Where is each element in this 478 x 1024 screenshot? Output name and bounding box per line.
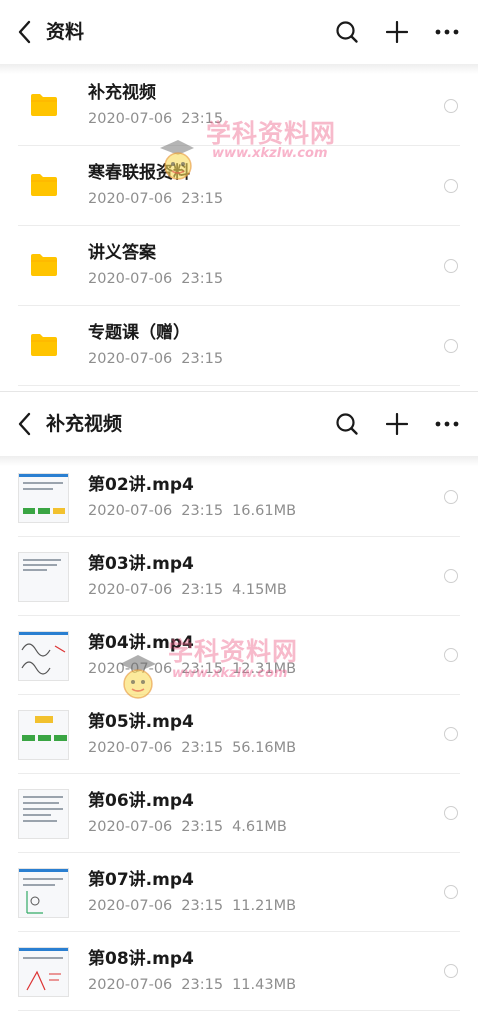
video-thumbnail	[18, 631, 69, 681]
item-name: 补充视频	[88, 83, 156, 103]
divider	[18, 385, 460, 386]
select-radio[interactable]	[444, 490, 458, 504]
item-name: 第06讲.mp4	[88, 791, 194, 811]
select-radio[interactable]	[444, 569, 458, 583]
chevron-left-icon	[18, 20, 31, 44]
list-item[interactable]: 第07讲.mp4 2020-07-06 23:15 11.21MB	[0, 853, 478, 932]
plus-icon	[386, 21, 408, 43]
list-item[interactable]: 第02讲.mp4 2020-07-06 23:15 16.61MB	[0, 458, 478, 537]
item-meta: 2020-07-06 23:15 4.61MB	[88, 819, 287, 835]
list-item[interactable]: 寒春联报资料 2020-07-06 23:15	[0, 146, 478, 226]
item-name: 第04讲.mp4	[88, 633, 194, 653]
back-button[interactable]	[10, 16, 38, 48]
select-radio[interactable]	[444, 964, 458, 978]
list-item[interactable]: 第05讲.mp4 2020-07-06 23:15 56.16MB	[0, 695, 478, 774]
plus-icon	[386, 413, 408, 435]
more-button[interactable]	[431, 408, 463, 440]
select-radio[interactable]	[444, 806, 458, 820]
folder-icon	[31, 174, 57, 196]
folder-panel-ziliao: 资料 补充视频 2020-07-06 23:15 寒春联报资料 2020-07-0…	[0, 0, 478, 392]
item-name: 第02讲.mp4	[88, 475, 194, 495]
top-bar: 补充视频	[0, 392, 478, 466]
item-meta: 2020-07-06 23:15 11.43MB	[88, 977, 297, 993]
select-radio[interactable]	[444, 727, 458, 741]
video-thumbnail	[18, 710, 69, 760]
video-thumbnail	[18, 473, 69, 523]
more-icon	[435, 421, 459, 427]
divider	[18, 1010, 460, 1011]
more-icon	[435, 29, 459, 35]
top-bar: 资料	[0, 0, 478, 74]
select-radio[interactable]	[444, 259, 458, 273]
page-title: 资料	[46, 21, 85, 43]
item-meta: 2020-07-06 23:15 4.15MB	[88, 582, 287, 598]
folder-list: 补充视频 2020-07-06 23:15 寒春联报资料 2020-07-06 23…	[0, 66, 478, 386]
video-thumbnail	[18, 552, 69, 602]
list-item[interactable]: 第03讲.mp4 2020-07-06 23:15 4.15MB	[0, 537, 478, 616]
item-meta: 2020-07-06 23:15 11.21MB	[88, 898, 297, 914]
chevron-left-icon	[18, 412, 31, 436]
item-name: 第08讲.mp4	[88, 949, 194, 969]
item-meta: 2020-07-06 23:15	[88, 271, 224, 287]
list-item[interactable]: 第04讲.mp4 2020-07-06 23:15 12.31MB	[0, 616, 478, 695]
select-radio[interactable]	[444, 339, 458, 353]
item-name: 第03讲.mp4	[88, 554, 194, 574]
item-name: 第07讲.mp4	[88, 870, 194, 890]
select-radio[interactable]	[444, 885, 458, 899]
video-thumbnail	[18, 789, 69, 839]
list-item[interactable]: 第06讲.mp4 2020-07-06 23:15 4.61MB	[0, 774, 478, 853]
item-name: 寒春联报资料	[88, 163, 190, 183]
item-meta: 2020-07-06 23:15	[88, 111, 224, 127]
item-name: 讲义答案	[88, 243, 156, 263]
select-radio[interactable]	[444, 99, 458, 113]
item-meta: 2020-07-06 23:15 12.31MB	[88, 661, 297, 677]
video-thumbnail	[18, 947, 69, 997]
video-list: 第02讲.mp4 2020-07-06 23:15 16.61MB 第03讲.mp4…	[0, 458, 478, 1011]
folder-icon	[31, 254, 57, 276]
list-item[interactable]: 专题课（赠） 2020-07-06 23:15	[0, 306, 478, 386]
add-button[interactable]	[381, 16, 413, 48]
page-title: 补充视频	[46, 413, 123, 435]
list-item[interactable]: 讲义答案 2020-07-06 23:15	[0, 226, 478, 306]
more-button[interactable]	[431, 16, 463, 48]
search-icon	[336, 413, 358, 435]
item-meta: 2020-07-06 23:15 56.16MB	[88, 740, 297, 756]
back-button[interactable]	[10, 408, 38, 440]
search-icon	[336, 21, 358, 43]
add-button[interactable]	[381, 408, 413, 440]
item-meta: 2020-07-06 23:15 16.61MB	[88, 503, 297, 519]
item-meta: 2020-07-06 23:15	[88, 351, 224, 367]
folder-icon	[31, 94, 57, 116]
folder-panel-buchong: 补充视频 第02讲.mp4 2020-07-06 23:15 16.61MB 第…	[0, 392, 478, 1024]
item-name: 专题课（赠）	[88, 323, 190, 343]
item-meta: 2020-07-06 23:15	[88, 191, 224, 207]
list-item[interactable]: 补充视频 2020-07-06 23:15	[0, 66, 478, 146]
folder-icon	[31, 334, 57, 356]
select-radio[interactable]	[444, 648, 458, 662]
select-radio[interactable]	[444, 179, 458, 193]
video-thumbnail	[18, 868, 69, 918]
list-item[interactable]: 第08讲.mp4 2020-07-06 23:15 11.43MB	[0, 932, 478, 1011]
item-name: 第05讲.mp4	[88, 712, 194, 732]
search-button[interactable]	[331, 408, 363, 440]
search-button[interactable]	[331, 16, 363, 48]
